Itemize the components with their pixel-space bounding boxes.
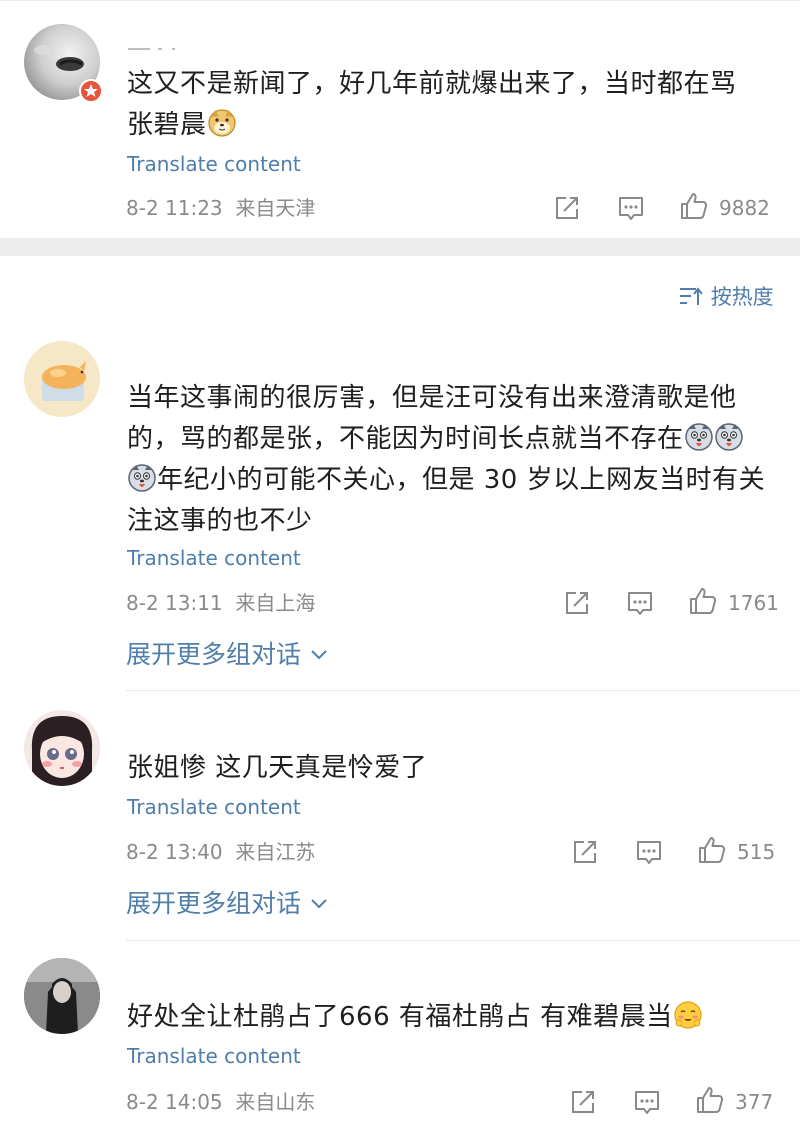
username-fragment <box>128 48 175 50</box>
expand-replies-link[interactable]: 展开更多组对话 <box>126 889 329 919</box>
expand-label: 展开更多组对话 <box>126 640 302 669</box>
share-icon[interactable] <box>561 587 593 619</box>
expand-replies-link[interactable]: 展开更多组对话 <box>126 640 329 670</box>
comment-location: 来自上海 <box>235 591 316 615</box>
translate-link[interactable]: Translate content <box>127 1043 301 1069</box>
comment-icon[interactable] <box>633 836 665 868</box>
husky-emoji <box>684 422 714 452</box>
avatar-image <box>24 958 100 1034</box>
comment-meta: 8-2 13:40 来自江苏 <box>126 839 315 865</box>
chevron-down-icon <box>311 899 327 909</box>
top-divider <box>0 0 800 1</box>
comment-text-line: 年纪小的可能不关心，但是 30 岁以上网友当时有关 <box>157 465 766 495</box>
sort-button[interactable]: 按热度 <box>678 283 774 311</box>
share-icon[interactable] <box>551 192 583 224</box>
comment-text-line: 注这事的也不少 <box>127 506 313 536</box>
share-icon[interactable] <box>567 1086 599 1118</box>
comment-icon[interactable] <box>615 192 647 224</box>
section-separator <box>0 238 800 256</box>
comment-time: 8-2 13:40 <box>126 840 223 864</box>
comment-text-line: 当年这事闹的很厉害，但是汪可没有出来澄清歌是他 <box>127 383 737 413</box>
comment-location: 来自山东 <box>235 1090 316 1114</box>
comment-time: 8-2 11:23 <box>126 196 223 220</box>
sort-icon <box>680 287 703 305</box>
thumbs-up-icon[interactable] <box>696 834 728 866</box>
avatar[interactable] <box>24 958 100 1034</box>
avatar-image <box>42 361 86 401</box>
sort-label: 按热度 <box>710 285 774 309</box>
comment-divider <box>126 690 800 691</box>
like-count: 515 <box>737 840 776 864</box>
translate-link[interactable]: Translate content <box>127 794 301 820</box>
doge-emoji <box>207 108 237 138</box>
comment-text-line: 这又不是新闻了，好几年前就爆出来了，当时都在骂 <box>127 69 737 99</box>
share-icon[interactable] <box>569 836 601 868</box>
like-count: 377 <box>735 1090 774 1114</box>
comment-text: 好处全让杜鹃占了666 有福杜鹃占 有难碧晨当 <box>127 997 777 1038</box>
thumbs-up-icon[interactable] <box>687 585 719 617</box>
comment-text-line: 张姐惨 这几天真是怜爱了 <box>127 753 428 783</box>
comment-text: 当年这事闹的很厉害，但是汪可没有出来澄清歌是他 的，骂的都是张，不能因为时间长点… <box>127 378 777 542</box>
comment-location: 来自江苏 <box>235 840 316 864</box>
comment-text: 张姐惨 这几天真是怜爱了 <box>127 748 777 789</box>
translate-link[interactable]: Translate content <box>127 151 301 177</box>
comment-time: 8-2 14:05 <box>126 1090 223 1114</box>
blush-emoji <box>673 1000 703 1030</box>
comment-meta: 8-2 14:05 来自山东 <box>126 1089 315 1115</box>
like-count: 9882 <box>719 196 770 220</box>
avatar[interactable] <box>24 341 100 417</box>
comment-divider <box>126 940 800 941</box>
comment-icon[interactable] <box>631 1086 663 1118</box>
comment-meta: 8-2 11:23 来自天津 <box>126 195 315 221</box>
comment-text-line: 张碧晨 <box>127 110 207 140</box>
translate-link[interactable]: Translate content <box>127 545 301 571</box>
comment-time: 8-2 13:11 <box>126 591 223 615</box>
avatar-image <box>31 716 93 786</box>
thumbs-up-icon[interactable] <box>678 190 710 222</box>
comment-text: 这又不是新闻了，好几年前就爆出来了，当时都在骂 张碧晨 <box>127 64 777 146</box>
thumbs-up-icon[interactable] <box>694 1084 726 1116</box>
expand-label: 展开更多组对话 <box>126 889 302 918</box>
vip-badge-icon <box>79 79 103 103</box>
comment-icon[interactable] <box>624 587 656 619</box>
comment-meta: 8-2 13:11 来自上海 <box>126 590 315 616</box>
like-count: 1761 <box>728 591 779 615</box>
chevron-down-icon <box>311 650 327 660</box>
comment-location: 来自天津 <box>235 196 316 220</box>
comment-text-line: 的，骂的都是张，不能因为时间长点就当不存在 <box>127 424 684 454</box>
husky-emoji <box>127 463 157 493</box>
avatar[interactable] <box>24 710 100 786</box>
comment-text-line: 好处全让杜鹃占了666 有福杜鹃占 有难碧晨当 <box>127 1002 673 1032</box>
husky-emoji <box>714 422 744 452</box>
